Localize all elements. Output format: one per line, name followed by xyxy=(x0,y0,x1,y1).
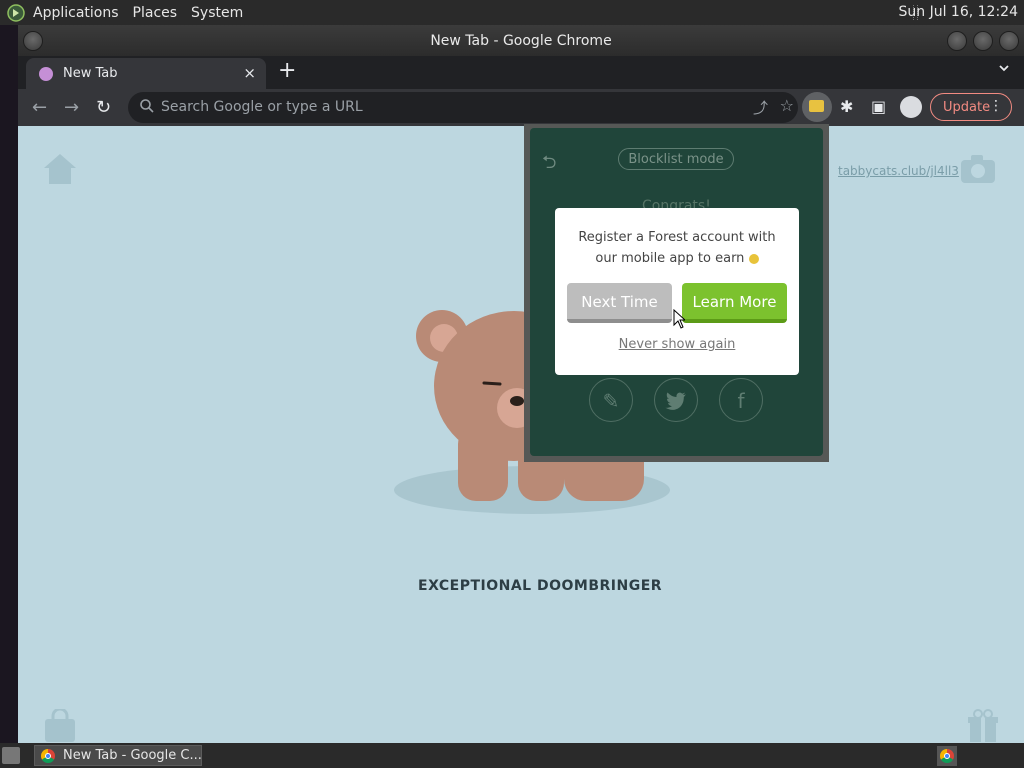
tab-new-tab[interactable]: New Tab × xyxy=(26,58,266,89)
toolbar: ← → ↻ Search Google or type a URL ⤴ ☆ ✱ … xyxy=(18,89,1024,126)
coin-icon xyxy=(748,253,759,264)
back-button[interactable]: ← xyxy=(32,97,47,118)
tab-favicon-icon xyxy=(39,67,53,81)
forest-extension-icon[interactable] xyxy=(802,92,832,122)
clock[interactable]: Sun Jul 16, 12:24 xyxy=(899,4,1019,20)
gift-icon[interactable] xyxy=(968,709,998,743)
address-bar[interactable]: Search Google or type a URL ⤴ ☆ xyxy=(128,92,798,123)
never-show-again-link[interactable]: Never show again xyxy=(555,337,799,352)
facebook-icon[interactable]: f xyxy=(719,378,763,422)
more-menu-icon[interactable]: ⋮ xyxy=(989,98,1003,114)
share-icon[interactable]: ⤴ xyxy=(753,97,768,118)
side-panel-icon[interactable]: ▣ xyxy=(871,97,886,116)
blocklist-mode-toggle[interactable]: Blocklist mode xyxy=(618,148,734,170)
close-window-button[interactable] xyxy=(999,31,1019,51)
camera-icon[interactable] xyxy=(960,154,996,184)
reload-button[interactable]: ↻ xyxy=(96,97,111,118)
register-dialog: Register a Forest account with our mobil… xyxy=(555,208,799,375)
taskbar-item-label: New Tab - Google C... xyxy=(63,748,202,763)
tab-strip: New Tab × + xyxy=(18,56,1024,89)
show-desktop-icon[interactable] xyxy=(2,747,20,764)
tray-chrome-icon[interactable] xyxy=(937,746,957,766)
chrome-window: New Tab - Google Chrome New Tab × + ← → … xyxy=(18,25,1024,743)
menu-system[interactable]: System xyxy=(191,5,243,21)
tab-search-chevron-icon[interactable] xyxy=(998,62,1010,78)
profile-avatar-icon[interactable] xyxy=(900,96,922,118)
extensions-puzzle-icon[interactable]: ✱ xyxy=(840,97,853,116)
bear-name: EXCEPTIONAL DOOMBRINGER xyxy=(418,578,663,594)
maximize-button[interactable] xyxy=(973,31,993,51)
dialog-message-line1: Register a Forest account with xyxy=(578,230,776,245)
desktop-edge xyxy=(0,25,18,743)
window-title: New Tab - Google Chrome xyxy=(430,32,612,49)
update-label: Update xyxy=(943,100,991,115)
twitter-icon[interactable] xyxy=(654,378,698,422)
system-logo-icon[interactable] xyxy=(7,3,25,22)
dialog-message: Register a Forest account with our mobil… xyxy=(571,227,783,269)
new-tab-page: tabbycats.club/jl4ll3 EXCEPTIONAL DOOMBR… xyxy=(18,126,1024,743)
new-tab-button[interactable]: + xyxy=(278,58,296,83)
learn-more-button[interactable]: Learn More xyxy=(682,283,787,323)
minimize-button[interactable] xyxy=(947,31,967,51)
menu-applications[interactable]: Applications xyxy=(33,5,119,21)
forward-button[interactable]: → xyxy=(64,97,79,118)
shopping-bag-icon[interactable] xyxy=(44,709,76,743)
window-menu-button[interactable] xyxy=(23,31,43,51)
tab-close-icon[interactable]: × xyxy=(243,64,256,82)
home-icon[interactable] xyxy=(42,152,78,186)
bottom-taskbar: New Tab - Google C... xyxy=(0,743,1024,768)
update-button[interactable]: Update ⋮ xyxy=(930,93,1012,121)
taskbar-item-chrome[interactable]: New Tab - Google C... xyxy=(34,745,202,766)
tabbycats-link[interactable]: tabbycats.club/jl4ll3 xyxy=(838,164,959,178)
next-time-button[interactable]: Next Time xyxy=(567,283,672,323)
pencil-icon[interactable]: ✎ xyxy=(589,378,633,422)
tab-title: New Tab xyxy=(63,66,118,81)
address-bar-placeholder: Search Google or type a URL xyxy=(161,99,363,115)
mouse-cursor-icon xyxy=(673,309,685,329)
chrome-icon xyxy=(41,749,55,763)
top-panel: Applications Places System Sun Jul 16, 1… xyxy=(0,0,1024,25)
window-titlebar[interactable]: New Tab - Google Chrome xyxy=(18,25,1024,56)
bookmark-star-icon[interactable]: ☆ xyxy=(780,96,794,115)
search-icon xyxy=(140,99,154,113)
back-arrow-icon[interactable]: ⮌ xyxy=(542,150,556,180)
dialog-message-line2: our mobile app to earn xyxy=(595,251,745,266)
menu-places[interactable]: Places xyxy=(133,5,178,21)
